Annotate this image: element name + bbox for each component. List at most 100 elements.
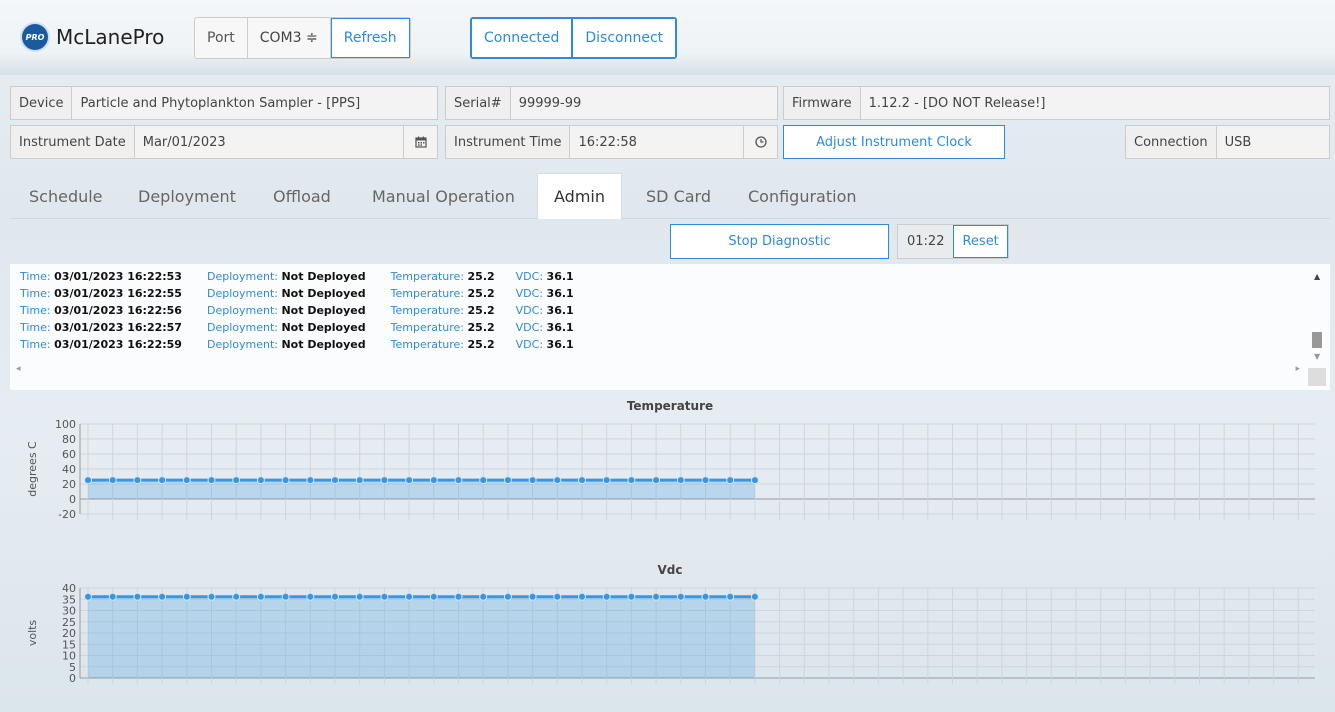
reset-button[interactable]: Reset [953, 225, 1008, 258]
log-key-time: Time: [20, 287, 51, 300]
log-key-deployment: Deployment: [206, 321, 278, 334]
tab-sd-card[interactable]: SD Card [630, 173, 727, 219]
data-point [676, 592, 685, 601]
log-row: Time: 03/01/2023 16:22:56 Deployment: No… [20, 304, 574, 320]
refresh-button[interactable]: Refresh [330, 18, 410, 58]
log-vdc: 36.1 [546, 338, 574, 351]
data-point [652, 476, 661, 485]
log-vdc: 36.1 [546, 270, 574, 283]
data-point [429, 592, 438, 601]
y-tick-label: 0 [69, 672, 76, 685]
tab-configuration[interactable]: Configuration [732, 173, 873, 219]
instrument-time-value: 16:22:58 [578, 134, 637, 150]
data-point [133, 476, 142, 485]
instrument-time-label: Instrument Time [446, 126, 571, 158]
top-bar: PRO McLanePro Port COM3 ≑ Refresh Connec… [0, 0, 1335, 75]
port-select[interactable]: COM3 ≑ [248, 18, 331, 58]
disconnect-button[interactable]: Disconnect [572, 18, 677, 58]
data-point [578, 476, 586, 485]
y-tick-label: 80 [62, 433, 76, 446]
data-point [701, 592, 710, 601]
log-key-vdc: VDC: [515, 287, 544, 300]
pro-logo-icon: PRO [22, 24, 48, 50]
scroll-up-arrow-icon[interactable]: ▲ [1314, 272, 1320, 281]
log-deployment: Not Deployed [281, 321, 366, 334]
log-key-time: Time: [20, 270, 51, 283]
log-time: 03/01/2023 16:22:57 [54, 321, 182, 334]
data-point [627, 592, 636, 601]
scroll-right-arrow-icon[interactable]: ▸ [1295, 364, 1300, 374]
log-temperature: 25.2 [467, 338, 495, 351]
stop-diagnostic-button[interactable]: Stop Diagnostic [670, 224, 889, 259]
scroll-left-arrow-icon[interactable]: ◂ [16, 364, 21, 374]
tab-schedule[interactable]: Schedule [13, 173, 119, 219]
data-point [405, 476, 414, 485]
device-field: Device Particle and Phytoplankton Sample… [10, 86, 438, 120]
tab-manual-operation[interactable]: Manual Operation [356, 173, 531, 219]
vdc-chart-svg: Vdcvolts4035302520151050 [26, 563, 1315, 685]
data-point [331, 476, 339, 485]
port-group: Port COM3 ≑ Refresh [194, 17, 411, 59]
log-deployment: Not Deployed [281, 270, 366, 283]
log-key-vdc: VDC: [515, 338, 544, 351]
tab-admin[interactable]: Admin [537, 173, 622, 219]
data-point [232, 476, 241, 485]
data-point [281, 476, 290, 485]
instrument-date-field: Instrument Date Mar/01/2023 [10, 125, 438, 159]
log-temperature: 25.2 [467, 287, 495, 300]
data-point [676, 476, 685, 485]
connected-button[interactable]: Connected [471, 18, 573, 58]
data-point [454, 476, 463, 485]
y-tick-label: 40 [62, 463, 76, 476]
y-axis-label: volts [26, 620, 39, 647]
data-point [84, 592, 92, 601]
data-point [750, 476, 759, 485]
vdc-chart: Vdc volts 40 35 30 25 20 15 10 5 0 [10, 558, 1330, 708]
log-key-time: Time: [20, 338, 51, 351]
calendar-icon[interactable] [403, 126, 437, 158]
scroll-down-arrow-icon[interactable]: ▼ [1314, 352, 1320, 361]
tab-offload[interactable]: Offload [257, 173, 347, 219]
data-point [232, 592, 241, 601]
log-key-temperature: Temperature: [390, 338, 465, 351]
instrument-date-value: Mar/01/2023 [142, 134, 226, 150]
data-point [182, 592, 191, 601]
log-row: Time: 03/01/2023 16:22:53 Deployment: No… [20, 270, 574, 286]
log-time: 03/01/2023 16:22:56 [54, 304, 182, 317]
serial-field: Serial# 99999-99 [445, 86, 778, 120]
connection-button-group: Connected Disconnect [470, 17, 678, 59]
log-row: Time: 03/01/2023 16:22:59 Deployment: No… [20, 338, 574, 354]
chart-title: Temperature [627, 399, 713, 413]
device-label: Device [11, 87, 73, 119]
serial-value: 99999-99 [518, 95, 582, 111]
tab-deployment[interactable]: Deployment [122, 173, 252, 219]
data-point [479, 476, 488, 485]
clock-icon[interactable] [743, 126, 777, 158]
port-label: Port [195, 18, 248, 58]
data-point [578, 592, 586, 601]
data-point [380, 592, 389, 601]
data-point [528, 476, 537, 485]
firmware-label: Firmware [784, 87, 861, 119]
scroll-thumb[interactable] [1312, 332, 1322, 348]
log-temperature: 25.2 [467, 270, 495, 283]
log-key-vdc: VDC: [515, 304, 544, 317]
data-point [355, 592, 364, 601]
data-point [158, 476, 167, 485]
vertical-scrollbar[interactable]: ▲ ▼ [1306, 264, 1330, 390]
connection-field: Connection USB [1125, 125, 1330, 159]
data-point [380, 476, 389, 485]
adjust-instrument-clock-button[interactable]: Adjust Instrument Clock [783, 125, 1005, 159]
data-point [158, 592, 167, 601]
data-point [652, 592, 661, 601]
firmware-value: 1.12.2 - [DO NOT Release!] [868, 95, 1046, 111]
log-vdc: 36.1 [546, 287, 574, 300]
log-row: Time: 03/01/2023 16:22:55 Deployment: No… [20, 287, 574, 303]
y-axis-label: degrees C [26, 441, 39, 497]
data-point [701, 476, 710, 485]
diagnostic-log[interactable]: Time: 03/01/2023 16:22:53 Deployment: No… [10, 264, 1330, 390]
log-vdc: 36.1 [546, 304, 574, 317]
data-point [627, 476, 636, 485]
firmware-field: Firmware 1.12.2 - [DO NOT Release!] [783, 86, 1330, 120]
data-point [182, 476, 191, 485]
